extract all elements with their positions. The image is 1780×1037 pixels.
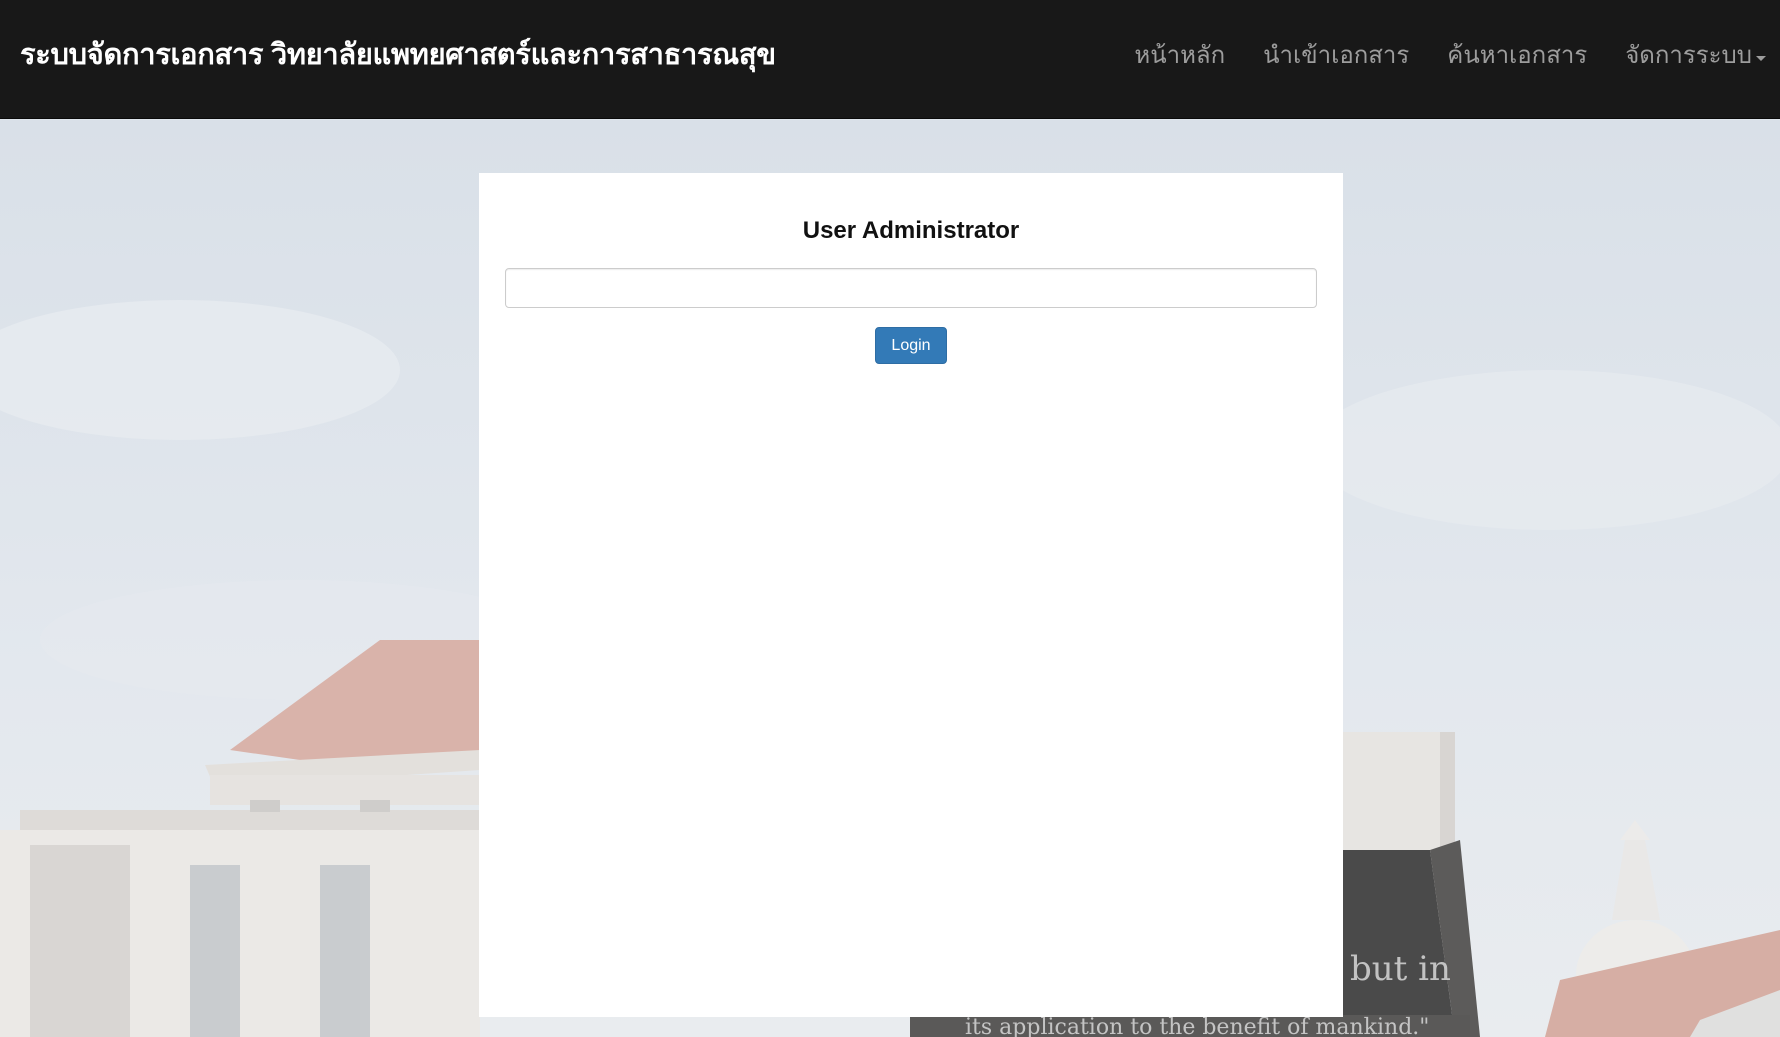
sign-text-line1: but in <box>1350 949 1451 989</box>
nav-item-label: ค้นหาเอกสาร <box>1447 42 1588 69</box>
sign-text-line2: its application to the benefit of mankin… <box>965 1015 1429 1037</box>
login-button[interactable]: Login <box>875 327 947 364</box>
nav-item-label: หน้าหลัก <box>1134 42 1226 69</box>
nav-item-label: จัดการระบบ <box>1625 42 1752 69</box>
login-panel: User Administrator Login <box>479 173 1343 1017</box>
nav-item-search-documents[interactable]: ค้นหาเอกสาร <box>1428 38 1606 74</box>
top-navbar: ระบบจัดการเอกสาร วิทยาลัยแพทยศาสตร์และกา… <box>0 0 1780 119</box>
nav-item-label: นำเข้าเอกสาร <box>1263 42 1410 69</box>
site-brand[interactable]: ระบบจัดการเอกสาร วิทยาลัยแพทยศาสตร์และกา… <box>20 37 776 73</box>
caret-down-icon <box>1756 55 1766 61</box>
password-input[interactable] <box>505 268 1317 308</box>
nav-item-home[interactable]: หน้าหลัก <box>1115 38 1244 74</box>
nav-item-import-documents[interactable]: นำเข้าเอกสาร <box>1244 38 1428 74</box>
main-nav: หน้าหลัก นำเข้าเอกสาร ค้นหาเอกสาร จัดการ… <box>1115 38 1766 74</box>
login-title: User Administrator <box>802 217 1020 244</box>
nav-item-system-management-dropdown[interactable]: จัดการระบบ <box>1606 38 1766 74</box>
